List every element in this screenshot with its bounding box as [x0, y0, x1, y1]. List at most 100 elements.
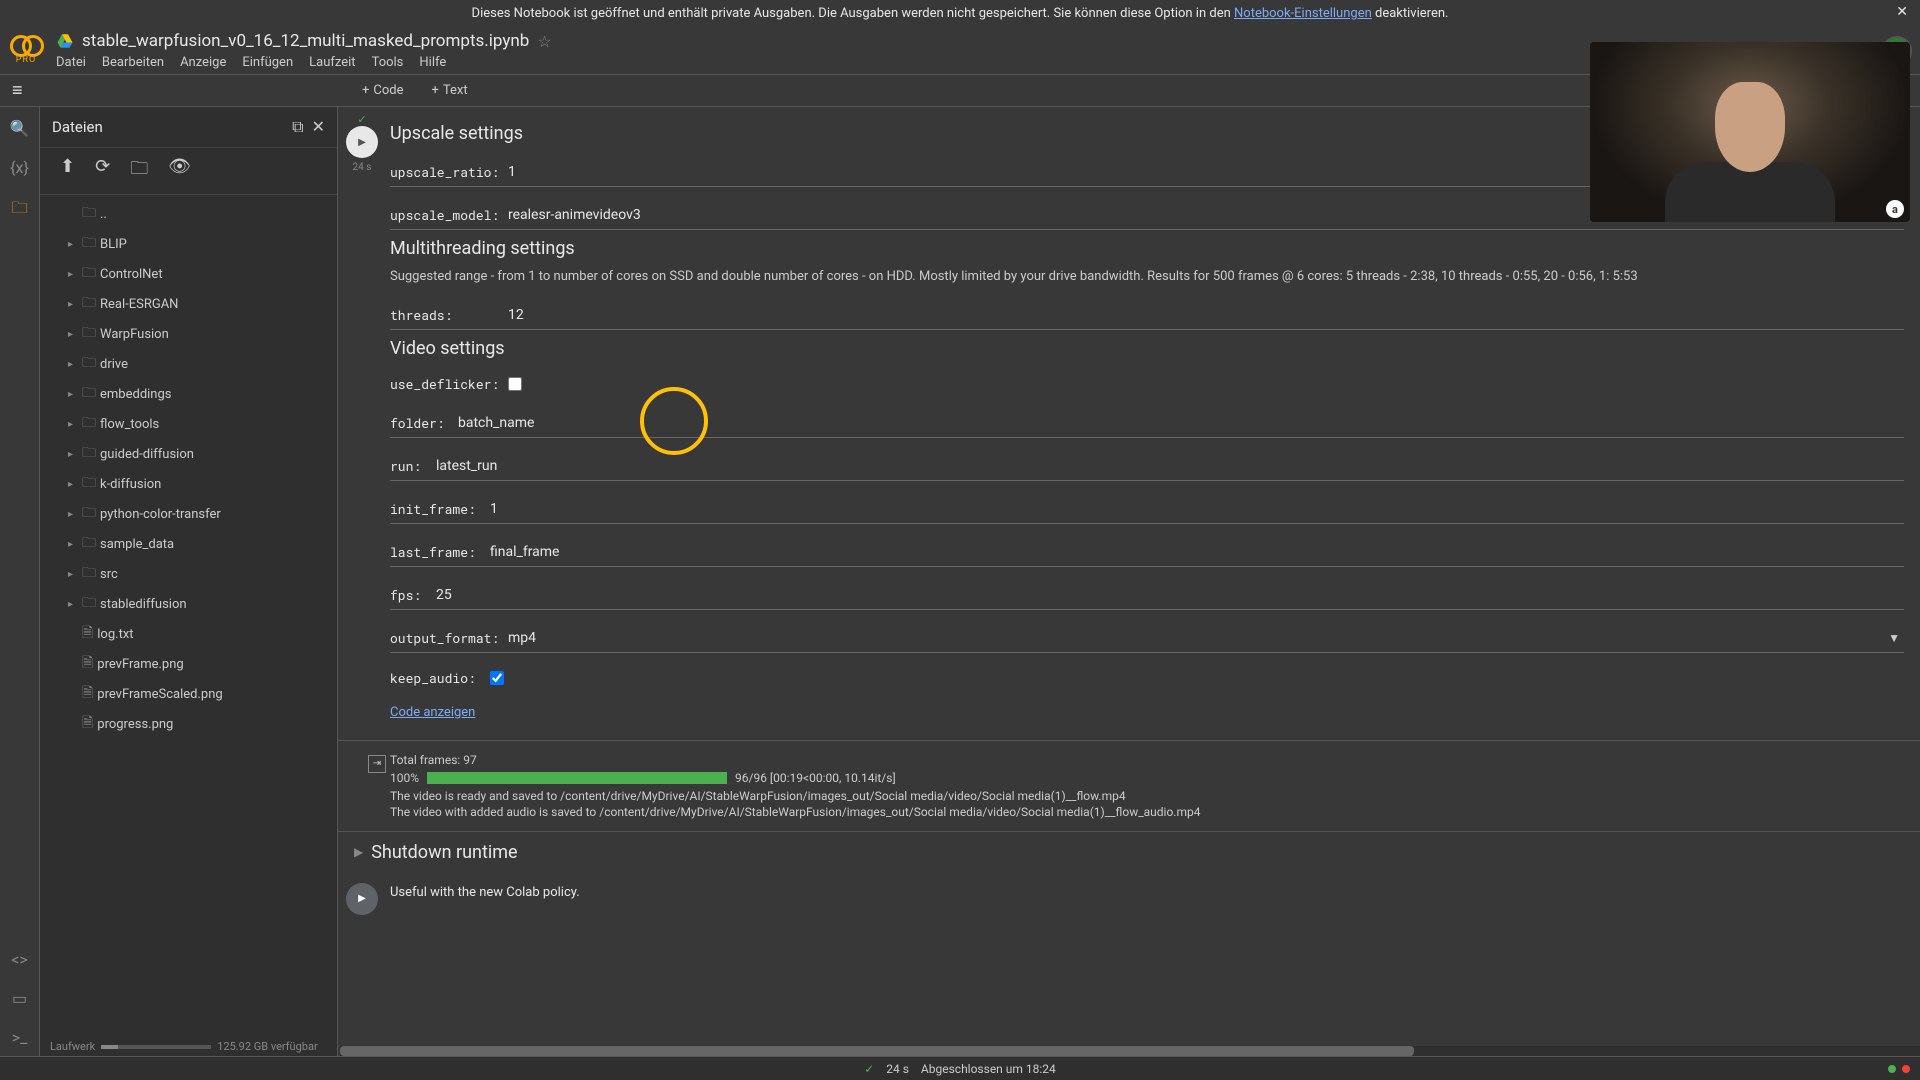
- webcam-badge: a: [1886, 200, 1904, 218]
- threads-label: threads:: [390, 306, 500, 324]
- output-line-2: The video with added audio is saved to /…: [390, 805, 1904, 819]
- menu-tools[interactable]: Tools: [372, 55, 404, 70]
- search-icon[interactable]: 🔍: [10, 119, 30, 138]
- notebook-settings-link[interactable]: Notebook-Einstellungen: [1234, 6, 1372, 21]
- tree-folder[interactable]: ▸🗀guided-diffusion: [48, 439, 329, 469]
- refresh-icon[interactable]: ⟳: [95, 156, 110, 186]
- menu-laufzeit[interactable]: Laufzeit: [309, 55, 355, 70]
- tree-folder[interactable]: ▸🗀k-diffusion: [48, 469, 329, 499]
- tree-folder[interactable]: ▸🗀embeddings: [48, 379, 329, 409]
- tree-folder[interactable]: ▸🗀sample_data: [48, 529, 329, 559]
- close-icon[interactable]: ✕: [312, 117, 325, 137]
- close-icon[interactable]: ✕: [1896, 4, 1908, 20]
- notebook-area[interactable]: ⋮ ✓ ▶ 24 s Upscale settings upscale_rati…: [338, 107, 1920, 1059]
- chevron-right-icon: ▸: [68, 539, 78, 550]
- variables-icon[interactable]: {x}: [10, 158, 29, 177]
- filename[interactable]: stable_warpfusion_v0_16_12_multi_masked_…: [82, 31, 529, 51]
- threads-input[interactable]: [508, 303, 1904, 327]
- progress-percent: 100%: [390, 771, 419, 785]
- tree-folder[interactable]: ▸🗀Real-ESRGAN: [48, 289, 329, 319]
- tree-folder[interactable]: ▸🗀stablediffusion: [48, 589, 329, 619]
- menu-anzeige[interactable]: Anzeige: [180, 55, 226, 70]
- folder-icon: 🗀: [82, 502, 96, 526]
- menu-hilfe[interactable]: Hilfe: [419, 55, 446, 70]
- add-code-button[interactable]: +Code: [354, 79, 412, 102]
- private-outputs-banner: Dieses Notebook ist geöffnet und enthält…: [0, 0, 1920, 27]
- tree-file[interactable]: 🗎 progress.png: [48, 709, 329, 739]
- tree-item-label: progress.png: [97, 717, 173, 732]
- tree-up[interactable]: 🗀..: [48, 199, 329, 229]
- tree-item-label: Real-ESRGAN: [100, 297, 178, 312]
- menu-icon[interactable]: ≡: [12, 80, 23, 101]
- chevron-right-icon: ▸: [68, 299, 78, 310]
- show-code-link[interactable]: Code anzeigen: [390, 705, 475, 720]
- tree-folder[interactable]: ▸🗀drive: [48, 349, 329, 379]
- banner-text-before: Dieses Notebook ist geöffnet und enthält…: [472, 6, 1234, 21]
- check-icon: ✓: [864, 1062, 874, 1076]
- shutdown-runtime-section[interactable]: ▶ Shutdown runtime: [338, 831, 1920, 873]
- tree-item-label: prevFrame.png: [97, 657, 183, 672]
- left-rail: 🔍 {x} 🗀 <> ▭ >_: [0, 107, 40, 1059]
- colab-logo[interactable]: PRO: [8, 33, 44, 69]
- output-format-row: output_format: ▼: [390, 626, 1904, 653]
- tree-folder[interactable]: ▸🗀src: [48, 559, 329, 589]
- command-palette-icon[interactable]: >_: [12, 1028, 28, 1047]
- tree-file[interactable]: 🗎prevFrame.png: [48, 649, 329, 679]
- menu-einfuegen[interactable]: Einfügen: [242, 55, 293, 70]
- tree-file[interactable]: 🗎prevFrameScaled.png: [48, 679, 329, 709]
- video-settings-title: Video settings: [390, 338, 1904, 359]
- tree-folder[interactable]: ▸🗀python-color-transfer: [48, 499, 329, 529]
- drive-icon: [56, 32, 74, 50]
- chevron-right-icon: ▸: [68, 599, 78, 610]
- file-panel: Dateien ⧉ ✕ ⬆ ⟳ 🗀 👁 🗀.. ▸🗀BLIP▸🗀ControlN…: [40, 107, 338, 1059]
- terminal-icon[interactable]: ▭: [12, 989, 27, 1008]
- code-snippets-icon[interactable]: <>: [11, 950, 28, 969]
- upload-icon[interactable]: ⬆: [60, 156, 75, 186]
- multithreading-title: Multithreading settings: [390, 238, 1904, 259]
- tree-folder[interactable]: ▸🗀flow_tools: [48, 409, 329, 439]
- chevron-right-icon: ▶: [354, 845, 363, 859]
- new-window-icon[interactable]: ⧉: [292, 117, 303, 137]
- tree-folder[interactable]: ▸🗀BLIP: [48, 229, 329, 259]
- star-icon[interactable]: ☆: [537, 32, 551, 51]
- last-frame-input[interactable]: [490, 540, 1904, 564]
- folder-label: folder:: [390, 414, 450, 432]
- tree-file[interactable]: 🗎log.txt: [48, 619, 329, 649]
- keep-audio-label: keep_audio:: [390, 669, 482, 687]
- hide-icon[interactable]: 👁: [168, 156, 191, 186]
- upscale-model-label: upscale_model:: [390, 206, 500, 224]
- output-toggle-icon[interactable]: ⇥: [368, 755, 386, 773]
- useful-text: Useful with the new Colab policy.: [390, 885, 580, 900]
- run-button[interactable]: ▶: [346, 126, 378, 158]
- init-frame-input[interactable]: [490, 497, 1904, 521]
- init-frame-row: init_frame:: [390, 497, 1904, 524]
- run-input[interactable]: [436, 454, 1904, 478]
- use-deflicker-checkbox[interactable]: [508, 377, 522, 391]
- folder-icon: 🗀: [82, 382, 96, 406]
- plus-icon: +: [362, 83, 369, 98]
- menu-bearbeiten[interactable]: Bearbeiten: [102, 55, 164, 70]
- folder-icon: 🗀: [82, 262, 96, 286]
- tree-folder[interactable]: ▸🗀WarpFusion: [48, 319, 329, 349]
- plus-icon: +: [432, 83, 439, 98]
- menu-datei[interactable]: Datei: [56, 55, 86, 70]
- tree-folder[interactable]: ▸🗀ControlNet: [48, 259, 329, 289]
- fps-input[interactable]: [436, 583, 1904, 607]
- tree-item-label: flow_tools: [100, 417, 159, 432]
- keep-audio-checkbox[interactable]: [490, 671, 504, 685]
- chevron-right-icon: ▸: [68, 419, 78, 430]
- add-text-button[interactable]: +Text: [424, 79, 476, 102]
- output-format-input[interactable]: [508, 626, 1904, 650]
- run-button[interactable]: ▶: [346, 883, 378, 915]
- threads-row: threads:: [390, 303, 1904, 330]
- files-icon[interactable]: 🗀: [11, 197, 27, 224]
- mount-drive-icon[interactable]: 🗀: [130, 156, 148, 186]
- disk-label: Laufwerk: [50, 1040, 95, 1053]
- horizontal-scrollbar[interactable]: [340, 1046, 1920, 1056]
- chevron-down-icon[interactable]: ▼: [1888, 631, 1900, 645]
- file-tree[interactable]: 🗀.. ▸🗀BLIP▸🗀ControlNet▸🗀Real-ESRGAN▸🗀War…: [40, 195, 337, 1034]
- last-frame-row: last_frame:: [390, 540, 1904, 567]
- progress-bar: [427, 772, 727, 784]
- folder-input[interactable]: [458, 411, 1904, 435]
- file-icon: 🗎: [82, 712, 93, 736]
